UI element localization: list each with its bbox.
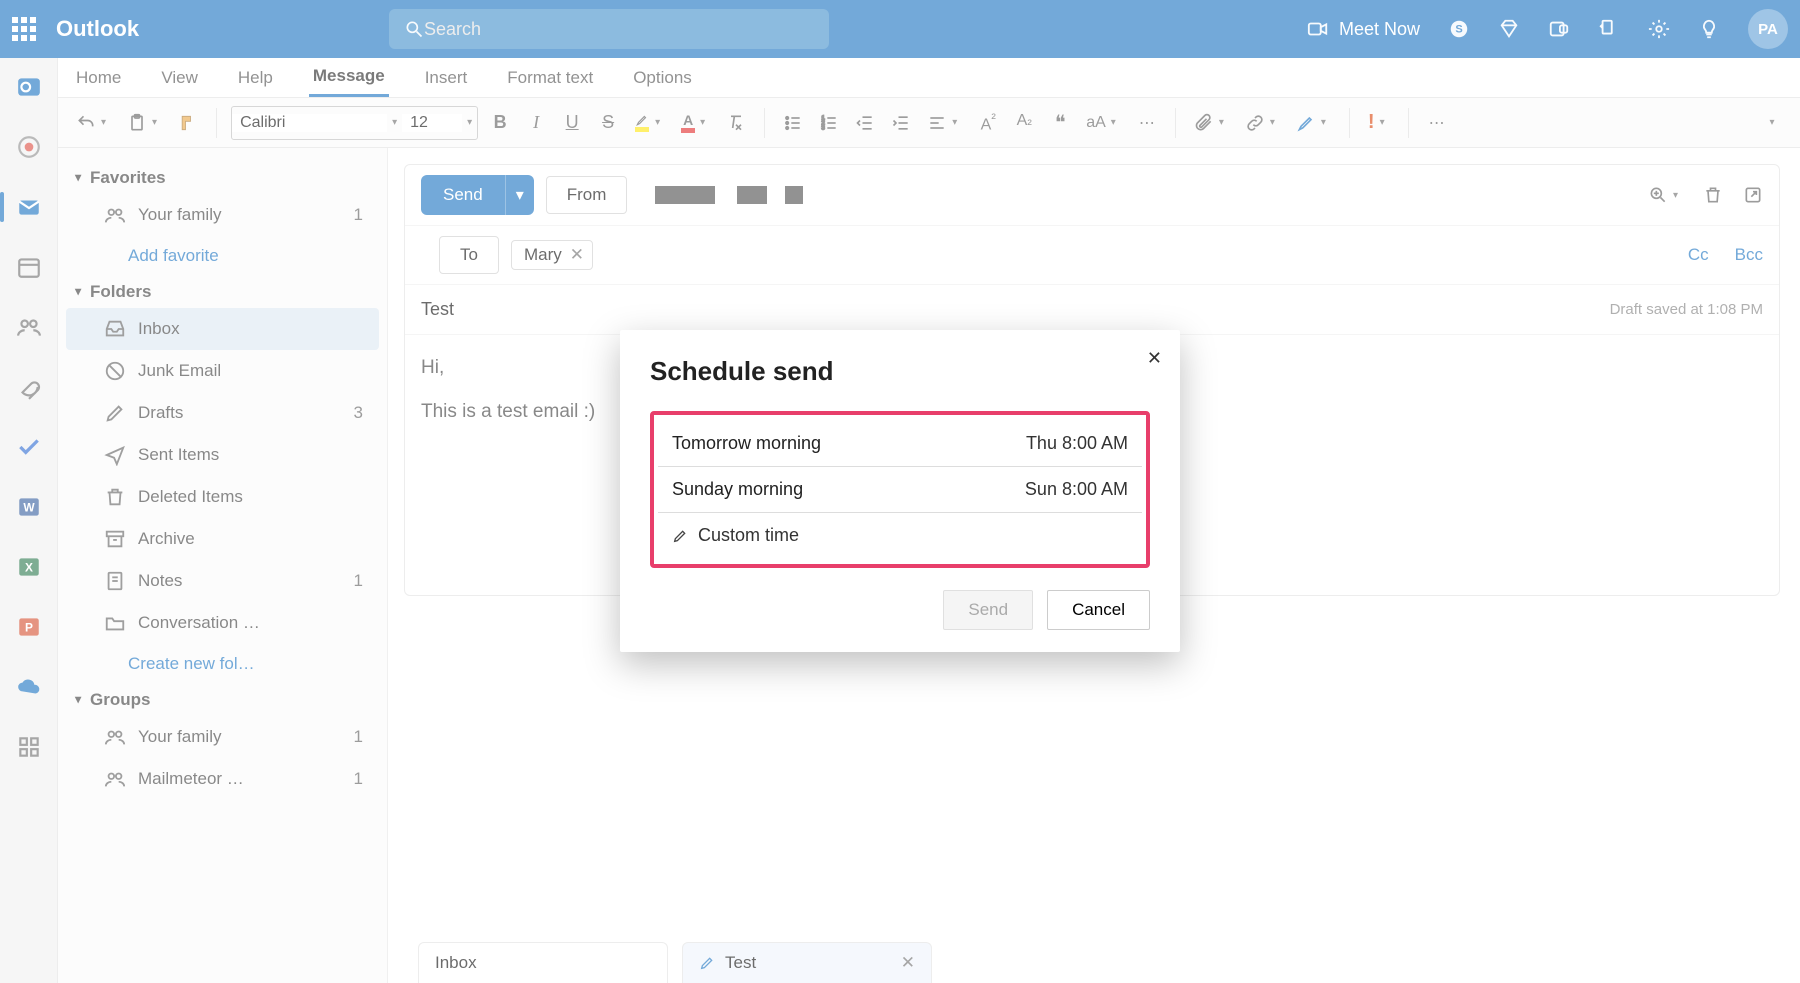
schedule-option-tomorrow[interactable]: Tomorrow morning Thu 8:00 AM xyxy=(658,421,1142,467)
dialog-cancel-button[interactable]: Cancel xyxy=(1047,590,1150,630)
pencil-icon xyxy=(672,528,688,544)
dialog-send-button: Send xyxy=(943,590,1033,630)
schedule-send-dialog: Schedule send ✕ Tomorrow morning Thu 8:0… xyxy=(620,330,1180,652)
schedule-option-custom[interactable]: Custom time xyxy=(658,513,1142,558)
close-dialog-icon[interactable]: ✕ xyxy=(1147,348,1162,369)
modal-overlay: Schedule send ✕ Tomorrow morning Thu 8:0… xyxy=(0,0,1800,983)
dialog-title: Schedule send xyxy=(650,356,1150,387)
schedule-option-sunday[interactable]: Sunday morning Sun 8:00 AM xyxy=(658,467,1142,513)
schedule-options-highlight: Tomorrow morning Thu 8:00 AM Sunday morn… xyxy=(650,411,1150,568)
